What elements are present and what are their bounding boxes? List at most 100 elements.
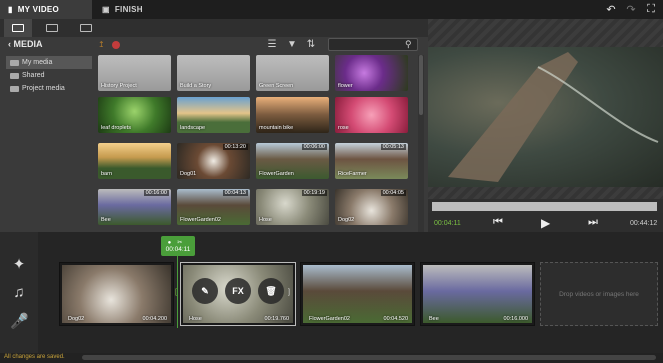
media-tile[interactable]: flower [335, 55, 408, 91]
timeline-clip[interactable]: FlowerGarden02 00:04.520 [300, 262, 415, 326]
magic-wand-icon[interactable]: ✦ [10, 255, 28, 273]
playhead-handle[interactable]: ●✂ 00:04:11 [161, 236, 195, 256]
folder-project-media[interactable]: Project media [6, 82, 92, 95]
media-tile[interactable]: Green Screen [256, 55, 329, 91]
folder-icon [10, 72, 19, 79]
folder-icon [10, 59, 19, 66]
timeline-clip[interactable]: Dog02 00:04.200 [59, 262, 174, 326]
filter-icon[interactable]: ▼ [286, 39, 298, 50]
scrub-track[interactable] [432, 202, 657, 211]
clip-duration: 00:04.520 [383, 316, 408, 322]
folder-my-media[interactable]: My media [6, 56, 92, 69]
drop-zone[interactable]: Drop videos or images here [540, 262, 658, 326]
tile-label: Bee [101, 217, 111, 223]
tile-label: Green Screen [259, 83, 294, 89]
subtab-media[interactable] [4, 19, 32, 37]
tile-duration: 00:04:13 [222, 190, 248, 196]
microphone-icon[interactable]: 🎤 [10, 312, 29, 330]
media-tile[interactable]: leaf droplets [98, 97, 171, 133]
clip-duration: 00:19.760 [264, 316, 289, 322]
clip-name: Bee [429, 316, 439, 322]
folder-shared[interactable]: Shared [6, 69, 92, 82]
media-tile[interactable]: barn [98, 143, 171, 179]
playhead-line[interactable] [177, 256, 178, 328]
scrollbar-thumb[interactable] [419, 55, 423, 115]
music-icon[interactable]: ♫ [10, 284, 28, 302]
media-tile[interactable]: Build a Story [177, 55, 250, 91]
media-tile[interactable]: mountain bike [256, 97, 329, 133]
clip-duration: 00:16.000 [503, 316, 528, 322]
media-tile[interactable]: 00:16:00 Bee [98, 189, 171, 225]
clip-name: Hose [189, 316, 202, 322]
folder-tree: My media Shared Project media [6, 56, 92, 95]
media-tile[interactable]: 00:04:05 Dog02 [335, 189, 408, 225]
timeline-clip-selected[interactable]: ✎ FX 🗑 Hose 00:19.760 [180, 262, 296, 326]
media-grid: History Project Build a Story Green Scre… [96, 55, 414, 232]
tile-label: History Project [101, 83, 137, 89]
trash-icon[interactable]: 🗑 [258, 278, 284, 304]
media-tile[interactable]: 00:13:20 Dog01 [177, 143, 250, 179]
tile-label: flower [338, 83, 353, 89]
record-icon[interactable] [112, 41, 120, 49]
preview-letterbox-bottom [428, 187, 663, 199]
media-tile[interactable]: 00:04:13 FlowerGarden02 [177, 189, 250, 225]
redo-icon[interactable]: ↷ [624, 2, 638, 16]
media-tile[interactable]: rose [335, 97, 408, 133]
film-strip-icon: ▣ [102, 5, 110, 14]
tile-label: Dog01 [180, 171, 197, 177]
video-preview[interactable] [428, 47, 663, 187]
tile-label: leaf droplets [101, 125, 131, 131]
clip-duration: 00:04.200 [142, 316, 167, 322]
folder-label: Project media [22, 85, 65, 92]
tab-my-video[interactable]: ▮ MY VIDEO [0, 0, 92, 19]
tile-label: landscape [180, 125, 206, 131]
skip-back-icon[interactable]: ⏮ [493, 216, 503, 229]
clip-name: FlowerGarden02 [309, 316, 350, 322]
timeline-clip[interactable]: Bee 00:16.000 [420, 262, 535, 326]
folder-label: My media [22, 59, 53, 66]
clip-name: Dog02 [68, 316, 85, 322]
tab-finish-label: FINISH [114, 5, 143, 14]
fx-button[interactable]: FX [225, 278, 251, 304]
subtab-titles[interactable] [72, 19, 100, 37]
film-icon: ▮ [8, 5, 13, 14]
search-icon[interactable]: ⚲ [405, 39, 412, 50]
tile-label: RiceFarmer [338, 171, 367, 177]
tile-label: Hose [259, 217, 272, 223]
list-view-icon[interactable]: ☰ [266, 39, 278, 50]
tab-finish[interactable]: ▣ FINISH [94, 0, 164, 19]
preview-letterbox-top [428, 19, 663, 47]
clip-thumbnail [62, 265, 171, 323]
preview-frame [448, 52, 659, 182]
media-tile[interactable]: 00:19:19 Hose [256, 189, 329, 225]
clip-thumbnail [303, 265, 412, 323]
split-icon: ●✂ [167, 240, 189, 246]
play-icon[interactable]: ▶ [541, 216, 550, 230]
media-tile[interactable]: History Project [98, 55, 171, 91]
media-title-label: MEDIA [13, 39, 43, 49]
titles-icon [80, 24, 92, 32]
tile-label: FlowerGarden [259, 171, 294, 177]
tile-label: Build a Story [180, 83, 212, 89]
tile-label: mountain bike [259, 125, 294, 131]
folder-icon [10, 85, 19, 92]
media-tile[interactable]: 00:06:00 FlowerGarden [256, 143, 329, 179]
trim-left-handle[interactable]: [ [175, 289, 177, 296]
subtab-transitions[interactable] [38, 19, 66, 37]
edit-pencil-icon[interactable]: ✎ [192, 278, 218, 304]
trim-right-handle[interactable]: ] [288, 289, 290, 296]
skip-forward-icon[interactable]: ⏭ [588, 216, 598, 229]
sort-icon[interactable]: ⇅ [305, 39, 317, 50]
save-status: All changes are saved. [4, 354, 65, 360]
tile-duration: 00:16:00 [143, 190, 169, 196]
tile-label: rose [338, 125, 349, 131]
fullscreen-icon[interactable]: ⛶ [644, 2, 658, 16]
media-tile[interactable]: landscape [177, 97, 250, 133]
media-tile[interactable]: 00:05:13 RiceFarmer [335, 143, 408, 179]
media-title[interactable]: ‹ MEDIA [8, 39, 43, 49]
upload-icon[interactable]: ↥ [98, 40, 105, 49]
timeline-scrollbar[interactable] [82, 355, 656, 360]
playhead-time: 00:04:11 [165, 246, 191, 253]
undo-icon[interactable]: ↶ [604, 2, 618, 16]
media-scrollbar[interactable] [418, 55, 424, 232]
